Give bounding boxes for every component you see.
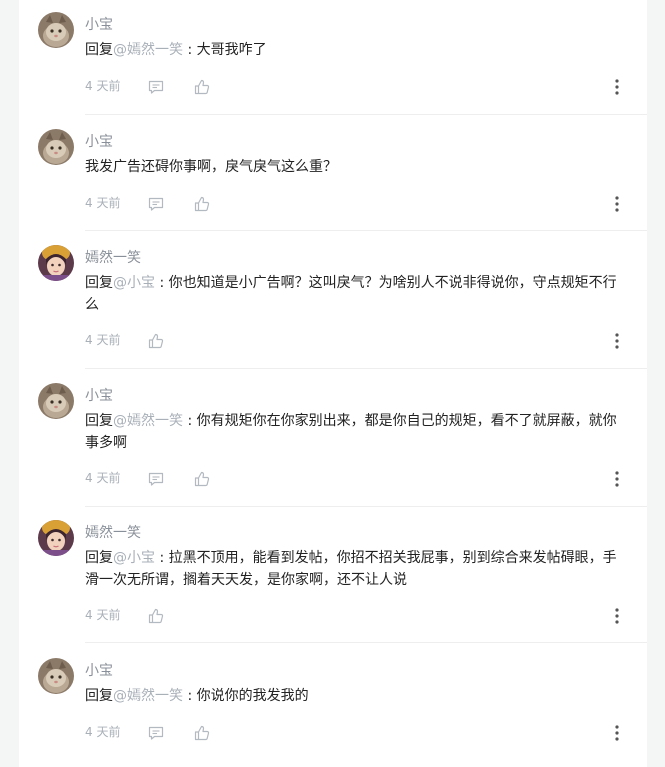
divider — [85, 230, 647, 231]
avatar[interactable] — [38, 383, 74, 419]
separator: : — [155, 550, 169, 566]
mention-link[interactable]: @嫣然一笑 — [113, 413, 183, 429]
comment-text: 我发广告还碍你事啊，戾气戾气这么重？ — [85, 156, 625, 178]
divider — [85, 114, 647, 115]
reply-keyword: 回复 — [85, 413, 113, 429]
comment-icon[interactable] — [147, 724, 165, 742]
username[interactable]: 小宝 — [85, 662, 113, 680]
timestamp: 4 天前 — [85, 196, 121, 210]
comment-list: 小宝 回复@嫣然一笑 : 大哥我咋了 4 天前 小宝 我发广告还碍你事啊，戾气戾… — [19, 0, 647, 767]
more-vertical-icon[interactable] — [613, 724, 621, 742]
timestamp: 4 天前 — [85, 725, 121, 739]
divider — [85, 642, 647, 643]
comment-actions: 4 天前 — [85, 606, 629, 626]
comment-icon[interactable] — [147, 470, 165, 488]
divider — [85, 368, 647, 369]
comment-text: 回复@嫣然一笑 : 大哥我咋了 — [85, 39, 625, 61]
more-vertical-icon[interactable] — [613, 332, 621, 350]
thumbs-up-icon[interactable] — [147, 332, 165, 350]
mention-link[interactable]: @小宝 — [113, 550, 155, 566]
thumbs-up-icon[interactable] — [193, 78, 211, 96]
username[interactable]: 嫣然一笑 — [85, 524, 141, 542]
more-vertical-icon[interactable] — [613, 607, 621, 625]
reply-keyword: 回复 — [85, 688, 113, 704]
comment-text: 回复@嫣然一笑 : 你有规矩你在你家别出来，都是你自己的规矩，看不了就屏蔽，就你… — [85, 410, 625, 454]
separator: : — [183, 688, 197, 704]
separator: : — [183, 42, 197, 58]
username[interactable]: 嫣然一笑 — [85, 249, 141, 267]
thumbs-up-icon[interactable] — [193, 724, 211, 742]
username[interactable]: 小宝 — [85, 387, 113, 405]
timestamp: 4 天前 — [85, 471, 121, 485]
comment-content: 你说你的我发我的 — [196, 688, 309, 704]
thumbs-up-icon[interactable] — [193, 470, 211, 488]
thumbs-up-icon[interactable] — [147, 607, 165, 625]
comment-actions: 4 天前 — [85, 77, 629, 97]
comment-text: 回复@小宝 : 拉黑不顶用，能看到发帖，你招不招关我屁事，别到综合来发帖碍眼，手… — [85, 547, 625, 591]
timestamp: 4 天前 — [85, 608, 121, 622]
mention-link[interactable]: @嫣然一笑 — [113, 42, 183, 58]
comment-actions: 4 天前 — [85, 331, 629, 351]
username[interactable]: 小宝 — [85, 16, 113, 34]
comment-actions: 4 天前 — [85, 723, 629, 743]
timestamp: 4 天前 — [85, 333, 121, 347]
reply-keyword: 回复 — [85, 42, 113, 58]
reply-keyword: 回复 — [85, 550, 113, 566]
timestamp: 4 天前 — [85, 79, 121, 93]
more-vertical-icon[interactable] — [613, 470, 621, 488]
reply-keyword: 回复 — [85, 275, 113, 291]
thumbs-up-icon[interactable] — [193, 195, 211, 213]
username[interactable]: 小宝 — [85, 133, 113, 151]
separator: : — [183, 413, 197, 429]
comment-actions: 4 天前 — [85, 469, 629, 489]
comment-icon[interactable] — [147, 195, 165, 213]
comment-content: 我发广告还碍你事啊，戾气戾气这么重？ — [85, 159, 337, 175]
more-vertical-icon[interactable] — [613, 78, 621, 96]
mention-link[interactable]: @嫣然一笑 — [113, 688, 183, 704]
divider — [85, 506, 647, 507]
comment-text: 回复@嫣然一笑 : 你说你的我发我的 — [85, 685, 625, 707]
avatar[interactable] — [38, 658, 74, 694]
avatar[interactable] — [38, 245, 74, 281]
separator: : — [155, 275, 169, 291]
avatar[interactable] — [38, 129, 74, 165]
mention-link[interactable]: @小宝 — [113, 275, 155, 291]
avatar[interactable] — [38, 12, 74, 48]
avatar[interactable] — [38, 520, 74, 556]
comment-icon[interactable] — [147, 78, 165, 96]
comment-content: 大哥我咋了 — [196, 42, 267, 58]
comment-text: 回复@小宝 : 你也知道是小广告啊？这叫戾气？为啥别人不说非得说你，守点规矩不行… — [85, 272, 625, 316]
more-vertical-icon[interactable] — [613, 195, 621, 213]
comment-actions: 4 天前 — [85, 194, 629, 214]
